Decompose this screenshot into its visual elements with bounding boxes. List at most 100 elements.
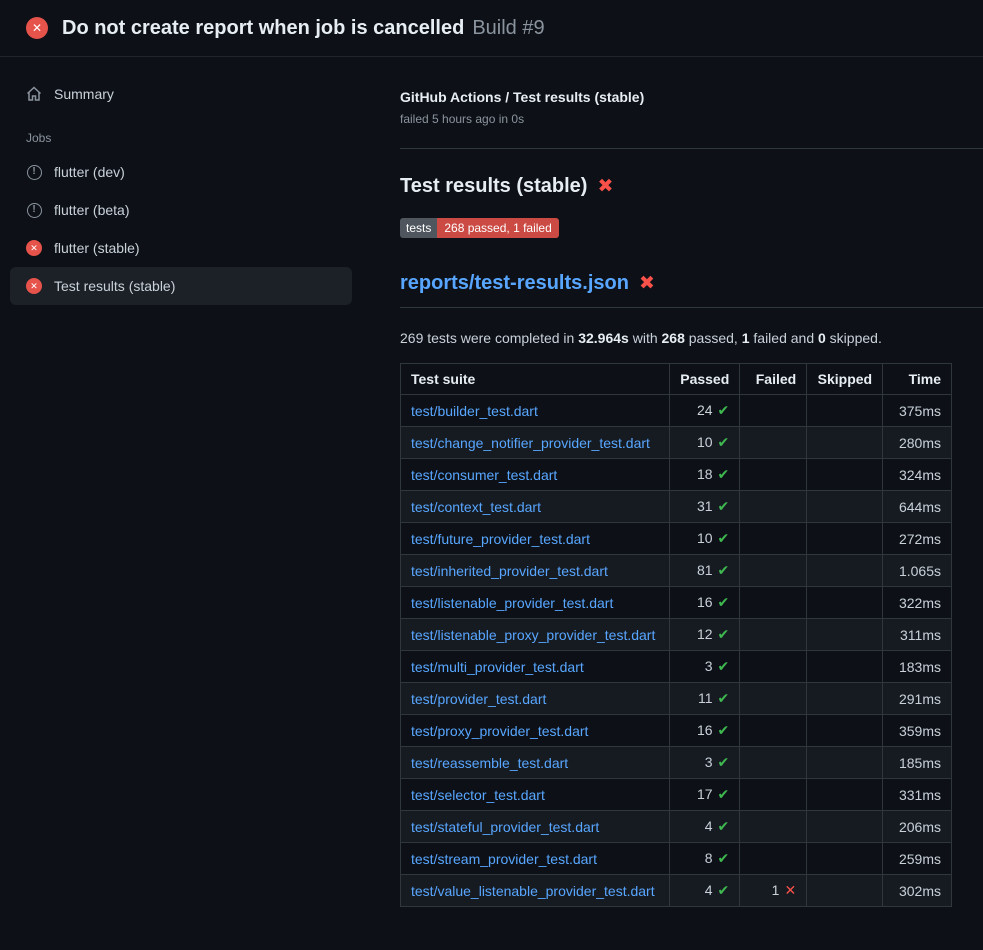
sidebar-item-summary[interactable]: Summary <box>10 75 352 113</box>
badge-value: 268 passed, 1 failed <box>437 218 558 238</box>
skipped-cell <box>807 395 883 427</box>
skipped-cell <box>807 779 883 811</box>
table-row: test/listenable_proxy_provider_test.dart… <box>401 619 952 651</box>
sidebar-item-test-results-stable[interactable]: ✕ Test results (stable) <box>10 267 352 305</box>
col-header-time: Time <box>883 364 952 395</box>
table-row: test/multi_provider_test.dart 3✔ 183ms <box>401 651 952 683</box>
skipped-cell <box>807 587 883 619</box>
passed-value: 16 <box>697 594 713 610</box>
time-value: 359ms <box>899 723 941 739</box>
suite-link[interactable]: test/value_listenable_provider_test.dart <box>411 883 655 899</box>
main-content: GitHub Actions / Test results (stable) f… <box>400 57 983 907</box>
table-row: test/value_listenable_provider_test.dart… <box>401 875 952 907</box>
time-cell: 185ms <box>883 747 952 779</box>
passed-value: 8 <box>705 850 713 866</box>
sidebar-item-flutter-beta[interactable]: ! flutter (beta) <box>10 191 352 229</box>
suite-link[interactable]: test/stream_provider_test.dart <box>411 851 597 867</box>
suite-cell: test/reassemble_test.dart <box>401 747 670 779</box>
time-cell: 644ms <box>883 491 952 523</box>
time-cell: 272ms <box>883 523 952 555</box>
failed-cell <box>740 523 807 555</box>
skipped-cell <box>807 747 883 779</box>
suite-link[interactable]: test/selector_test.dart <box>411 787 545 803</box>
fail-x-icon: ✖ <box>639 274 655 293</box>
suite-cell: test/selector_test.dart <box>401 779 670 811</box>
tests-badge: tests 268 passed, 1 failed <box>400 218 559 238</box>
suite-link[interactable]: test/listenable_proxy_provider_test.dart <box>411 627 655 643</box>
suite-cell: test/change_notifier_provider_test.dart <box>401 427 670 459</box>
failed-value: 1 <box>772 882 780 898</box>
pass-check-icon: ✔ <box>718 466 730 482</box>
table-row: test/selector_test.dart 17 ✔ 331ms <box>401 779 952 811</box>
time-value: 331ms <box>899 787 941 803</box>
suite-cell: test/provider_test.dart <box>401 683 670 715</box>
suite-link[interactable]: test/listenable_provider_test.dart <box>411 595 613 611</box>
failed-cell <box>740 811 807 843</box>
failed-cell <box>740 843 807 875</box>
pass-check-icon: ✔ <box>718 786 730 802</box>
skipped-cell <box>807 843 883 875</box>
passed-value: 10 <box>697 530 713 546</box>
sidebar: Summary Jobs ! flutter (dev) ! flutter (… <box>0 57 400 305</box>
time-value: 183ms <box>899 659 941 675</box>
failed-status-icon: ✕ <box>26 240 42 256</box>
skipped-cell <box>807 715 883 747</box>
passed-cell: 10✔ <box>670 427 740 459</box>
passed-cell: 12✔ <box>670 619 740 651</box>
suite-link[interactable]: test/stateful_provider_test.dart <box>411 819 599 835</box>
suite-link[interactable]: test/proxy_provider_test.dart <box>411 723 588 739</box>
time-cell: 311ms <box>883 619 952 651</box>
time-value: 185ms <box>899 755 941 771</box>
time-value: 291ms <box>899 691 941 707</box>
failed-cell <box>740 395 807 427</box>
suite-link[interactable]: test/future_provider_test.dart <box>411 531 590 547</box>
failed-cell <box>740 619 807 651</box>
time-value: 644ms <box>899 499 941 515</box>
passed-value: 11 <box>698 690 713 706</box>
suite-cell: test/proxy_provider_test.dart <box>401 715 670 747</box>
skipped-cell <box>807 427 883 459</box>
summary-failed-count: 1 <box>742 330 750 346</box>
suite-link[interactable]: test/reassemble_test.dart <box>411 755 568 771</box>
suite-cell: test/consumer_test.dart <box>401 459 670 491</box>
suite-link[interactable]: test/inherited_provider_test.dart <box>411 563 608 579</box>
table-row: test/consumer_test.dart 18✔ 324ms <box>401 459 952 491</box>
time-cell: 183ms <box>883 651 952 683</box>
suite-cell: test/stateful_provider_test.dart <box>401 811 670 843</box>
sidebar-item-label: flutter (stable) <box>54 240 140 256</box>
summary-passed-count: 268 <box>662 330 685 346</box>
passed-value: 17 <box>697 786 713 802</box>
suite-link[interactable]: test/provider_test.dart <box>411 691 546 707</box>
time-cell: 1.065s <box>883 555 952 587</box>
sidebar-item-flutter-dev[interactable]: ! flutter (dev) <box>10 153 352 191</box>
skipped-cell <box>807 651 883 683</box>
passed-cell: 16✔ <box>670 715 740 747</box>
suite-link[interactable]: test/change_notifier_provider_test.dart <box>411 435 650 451</box>
table-row: test/builder_test.dart 24✔ 375ms <box>401 395 952 427</box>
suite-link[interactable]: test/builder_test.dart <box>411 403 538 419</box>
failed-cell <box>740 683 807 715</box>
table-row: test/proxy_provider_test.dart 16✔ 359ms <box>401 715 952 747</box>
time-value: 311ms <box>900 627 941 643</box>
failed-status-icon: ✕ <box>26 278 42 294</box>
suite-cell: test/listenable_provider_test.dart <box>401 587 670 619</box>
failed-cell <box>740 779 807 811</box>
pass-check-icon: ✔ <box>718 562 730 578</box>
table-row: test/reassemble_test.dart 3✔ 185ms <box>401 747 952 779</box>
suite-cell: test/multi_provider_test.dart <box>401 651 670 683</box>
sidebar-item-flutter-stable[interactable]: ✕ flutter (stable) <box>10 229 352 267</box>
report-file-link[interactable]: reports/test-results.json <box>400 272 629 295</box>
passed-value: 16 <box>697 722 713 738</box>
skipped-cell <box>807 811 883 843</box>
time-value: 324ms <box>899 467 941 483</box>
suite-link[interactable]: test/context_test.dart <box>411 499 541 515</box>
time-cell: 280ms <box>883 427 952 459</box>
passed-cell: 3✔ <box>670 747 740 779</box>
passed-cell: 3✔ <box>670 651 740 683</box>
suite-link[interactable]: test/consumer_test.dart <box>411 467 557 483</box>
suite-link[interactable]: test/multi_provider_test.dart <box>411 659 584 675</box>
badge-label: tests <box>400 218 437 238</box>
run-status-text: failed 5 hours ago in 0s <box>400 112 952 126</box>
suite-cell: test/future_provider_test.dart <box>401 523 670 555</box>
passed-cell: 18✔ <box>670 459 740 491</box>
